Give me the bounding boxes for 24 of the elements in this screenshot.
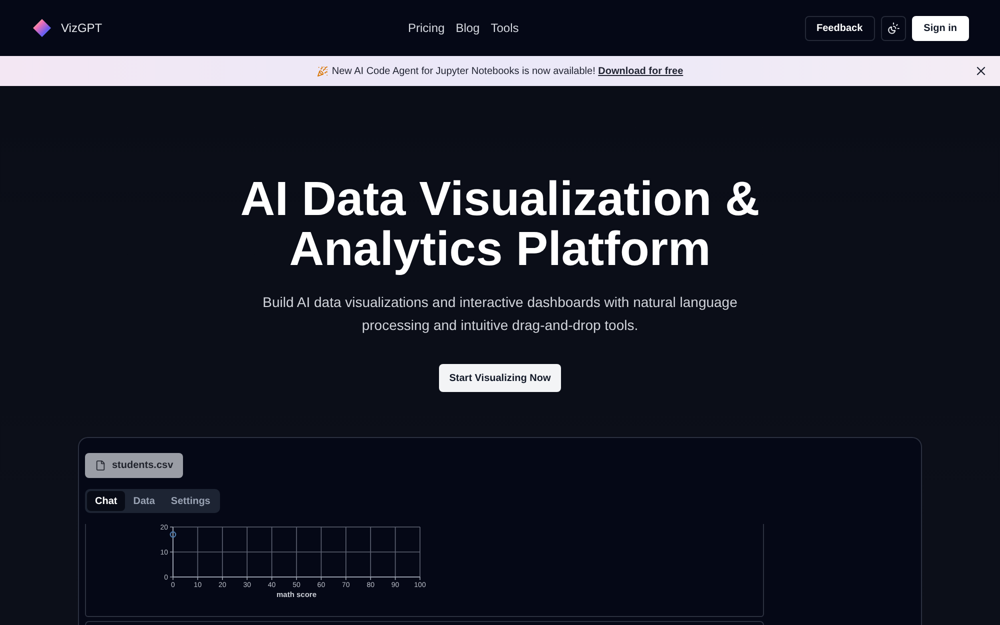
sun-moon-icon	[886, 22, 900, 34]
diamond-logo-icon	[33, 19, 51, 37]
party-popper-icon	[316, 66, 328, 76]
feedback-button[interactable]: Feedback	[804, 16, 875, 40]
hero-title: AI Data Visualization & Analytics Platform	[239, 175, 761, 275]
sign-in-button[interactable]: Sign in	[912, 16, 969, 40]
file-chip[interactable]: students.csv	[85, 453, 184, 478]
nav-link[interactable]: Pricing	[408, 19, 445, 37]
brand-name[interactable]: VizGPT	[61, 19, 102, 37]
hero-subtitle: Build AI data visualizations and interactive dashboards with natural language processing and intuitive drag-and-drop tools.	[262, 293, 738, 335]
tab[interactable]: Data	[125, 491, 163, 511]
tab[interactable]: Settings	[162, 491, 218, 511]
file-icon	[95, 460, 106, 471]
nav-link[interactable]: Blog	[456, 19, 480, 37]
close-icon	[974, 64, 988, 78]
close-button[interactable]	[974, 64, 988, 78]
file-name: students.csv	[112, 459, 174, 473]
data-point	[170, 531, 176, 538]
start-visualizing-button[interactable]: Start Visualizing Now	[439, 364, 561, 392]
nav-link[interactable]: Tools	[490, 19, 519, 37]
tab[interactable]: Chat	[87, 491, 126, 511]
download-link[interactable]: Download for free	[598, 66, 684, 76]
announcement-text: New AI Code Agent for Jupyter Notebooks is now available! Download for free	[332, 64, 684, 78]
theme-toggle-button[interactable]	[880, 16, 906, 40]
